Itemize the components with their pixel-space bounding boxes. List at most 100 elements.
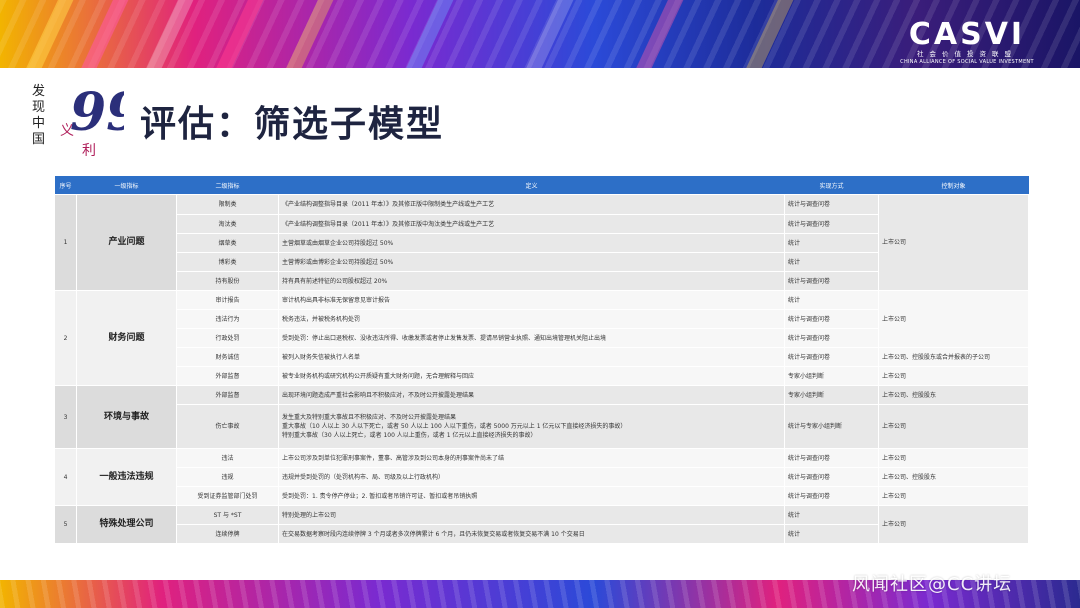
level2-indicator: 限制类 [176,194,279,215]
definition-cell: 受到处罚：1. 责令停产停业；2. 暂扣或者吊销许可证、暂扣或者吊销执照 [278,486,785,506]
definition-cell: 被列入财务失信被执行人名单 [278,347,785,367]
control-object-cell: 上市公司 [878,486,1029,506]
logo-en: CHINA ALLIANCE OF SOCIAL VALUE INVESTMEN… [900,59,1034,65]
header-level1: 一级指标 [76,176,177,195]
table-row: 伤亡事故 发生重大及特别重大事故且不积极应对、不及时公开披露处理结果重大事故（10… [55,404,1029,449]
definition-line: 出现环境问题造成严重社会影响且不积极应对，不及时公开披露处理结果 [282,391,475,399]
definition-cell: 《产业结构调整指导目录（2011 年本）》及其修正版中淘汰类生产线或生产工艺 [278,214,785,234]
row-number: 2 [54,290,77,386]
level1-indicator: 环境与事故 [76,385,177,449]
method-cell: 统计与调查问卷 [784,309,879,329]
table-row: 外部监督 被专业财务机构或研究机构公开质疑有重大财务问题，无合理解释与回应 专家小组… [55,366,1029,386]
casvi-logo: CASVI 社会价值投资联盟 CHINA ALLIANCE OF SOCIAL … [892,20,1042,66]
method-cell: 统计与调查问卷 [784,271,879,291]
method-cell: 统计与调查问卷 [784,347,879,367]
row-number: 5 [54,505,77,544]
table-row: 财务诚信 被列入财务失信被执行人名单 统计与调查问卷 上市公司、控股股东或合并报表的子… [55,347,1029,367]
definition-cell: 受到处罚：停止出口退税权、没收违法所得、收缴发票或者停止发售发票、提请吊销营业执… [278,328,785,348]
definition-line: 重大事故（10 人以上 30 人以下死亡，或者 50 人以上 100 人以下重伤… [282,423,627,430]
level2-indicator: 外部监督 [176,366,279,386]
level2-indicator: 烟草类 [176,233,279,253]
method-cell: 统计 [784,524,879,544]
table-row: 1 产业问题 限制类 《产业结构调整指导目录（2011 年本）》及其修正版中限制类生产… [54,194,1029,291]
definition-cell: 上市公司涉及到单位犯罪刑事案件，董事、高管涉及到公司本身的刑事案件尚未了结 [278,448,785,468]
definition-cell: 税务违法，并被税务机构处罚 [278,309,785,329]
definition-cell: 出现环境问题造成严重社会影响且不积极应对，不及时公开披露处理结果 [278,385,785,405]
brand-char: 现 [32,100,46,115]
definition-cell: 被专业财务机构或研究机构公开质疑有重大财务问题，无合理解释与回应 [278,366,785,386]
header-method: 实现方式 [784,176,879,195]
header-control: 控制对象 [878,176,1029,195]
table-row: 5 特殊处理公司 ST 与 *ST 特别处理的上市公司 统计 上市公司 [54,505,1029,544]
level2-indicator: 受到证券监管部门处罚 [176,486,279,506]
method-cell: 统计与调查问卷 [784,328,879,348]
brand-char-yi: 义 [60,123,74,139]
row-number: 3 [54,385,77,449]
row-number: 1 [54,194,77,291]
brand-char: 发 [32,84,46,99]
method-cell: 统计与专家小组判断 [784,404,879,449]
level2-indicator: ST 与 *ST [176,505,279,525]
definition-cell: 《产业结构调整指导目录（2011 年本）》及其修正版中限制类生产线或生产工艺 [278,194,785,215]
control-object-cell: 上市公司 [878,366,1029,386]
control-object-cell: 上市公司 [878,448,1029,468]
control-object-cell: 上市公司 [878,290,1029,348]
header-level2: 二级指标 [176,176,279,195]
method-cell: 统计 [784,233,879,253]
definition-cell: 违规并受到处罚的（处罚机构市、局、司级及以上行政机构） [278,467,785,487]
method-cell: 统计 [784,252,879,272]
brand-mark: 99 发 现 中 国 义 利 [24,80,142,160]
table-row: 违规 违规并受到处罚的（处罚机构市、局、司级及以上行政机构） 统计与调查问卷 上市公司… [55,467,1029,487]
svg-text:99: 99 [70,82,124,143]
level2-indicator: 博彩类 [176,252,279,272]
control-object-cell: 上市公司、控股股东 [878,467,1029,487]
table-row: 2 财务问题 审计报告 审计机构出具非标准无保留意见审计报告 统计 上市公司 [54,290,1029,386]
brand-char: 中 [32,116,46,131]
control-object-cell: 上市公司 [878,194,1029,291]
level2-indicator: 连续停牌 [176,524,279,544]
level2-indicator: 违法行为 [176,309,279,329]
level1-indicator: 一般违法违规 [76,448,177,506]
method-cell: 统计与调查问卷 [784,194,879,215]
level2-indicator: 伤亡事故 [176,404,279,449]
table-header-row: 序号 一级指标 二级指标 定义 实现方式 控制对象 [54,176,1029,195]
watermark: 风闻社区@CC讲坛 [852,574,1013,595]
control-object-cell: 上市公司、控股股东或合并报表的子公司 [878,347,1029,367]
definition-line: 发生重大及特别重大事故且不积极应对、不及时公开披露处理结果 [282,414,457,421]
brand-char-li: 利 [82,143,96,159]
brand-char: 国 [32,132,46,147]
method-cell: 专家小组判断 [784,385,879,405]
filter-model-table: 序号 一级指标 二级指标 定义 实现方式 控制对象 1 产业问题 限制类 《产业结构调… [54,176,1029,544]
level2-indicator: 行政处罚 [176,328,279,348]
table-row: 3 环境与事故 外部监督 出现环境问题造成严重社会影响且不积极应对，不及时公开披露处理… [54,385,1029,449]
level2-indicator: 淘汰类 [176,214,279,234]
method-cell: 统计与调查问卷 [784,214,879,234]
logo-text: CASVI [908,17,1026,52]
level2-indicator: 外部监督 [176,385,279,405]
level1-indicator: 产业问题 [76,194,177,291]
definition-cell: 持有具有前述特征的公司股权超过 20% [278,271,785,291]
table-row: 4 一般违法违规 违法 上市公司涉及到单位犯罪刑事案件，董事、高管涉及到公司本身的刑事… [54,448,1029,506]
header-no: 序号 [54,176,77,195]
level2-indicator: 审计报告 [176,290,279,310]
level1-indicator: 财务问题 [76,290,177,386]
level2-indicator: 财务诚信 [176,347,279,367]
definition-cell: 主营博彩或由博彩企业公司持股超过 50% [278,252,785,272]
level2-indicator: 违规 [176,467,279,487]
definition-cell: 主营烟草或由烟草企业公司持股超过 50% [278,233,785,253]
level2-indicator: 持有股份 [176,271,279,291]
definition-cell: 审计机构出具非标准无保留意见审计报告 [278,290,785,310]
control-object-cell: 上市公司、控股股东 [878,385,1029,405]
method-cell: 统计与调查问卷 [784,448,879,468]
definition-line: 特别重大事故（30 人以上死亡，或者 100 人以上重伤，或者 1 亿元以上直接… [282,432,537,439]
method-cell: 统计 [784,290,879,310]
control-object-cell: 上市公司 [878,404,1029,449]
level2-indicator: 违法 [176,448,279,468]
level1-indicator: 特殊处理公司 [76,505,177,544]
row-number: 4 [54,448,77,506]
slide-title: 评估：筛选子模型 [140,104,445,145]
method-cell: 统计与调查问卷 [784,467,879,487]
control-object-cell: 上市公司 [878,505,1029,544]
definition-cell: 特别处理的上市公司 [278,505,785,525]
table-row: 受到证券监管部门处罚 受到处罚：1. 责令停产停业；2. 暂扣或者吊销许可证、暂扣… [55,486,1029,506]
